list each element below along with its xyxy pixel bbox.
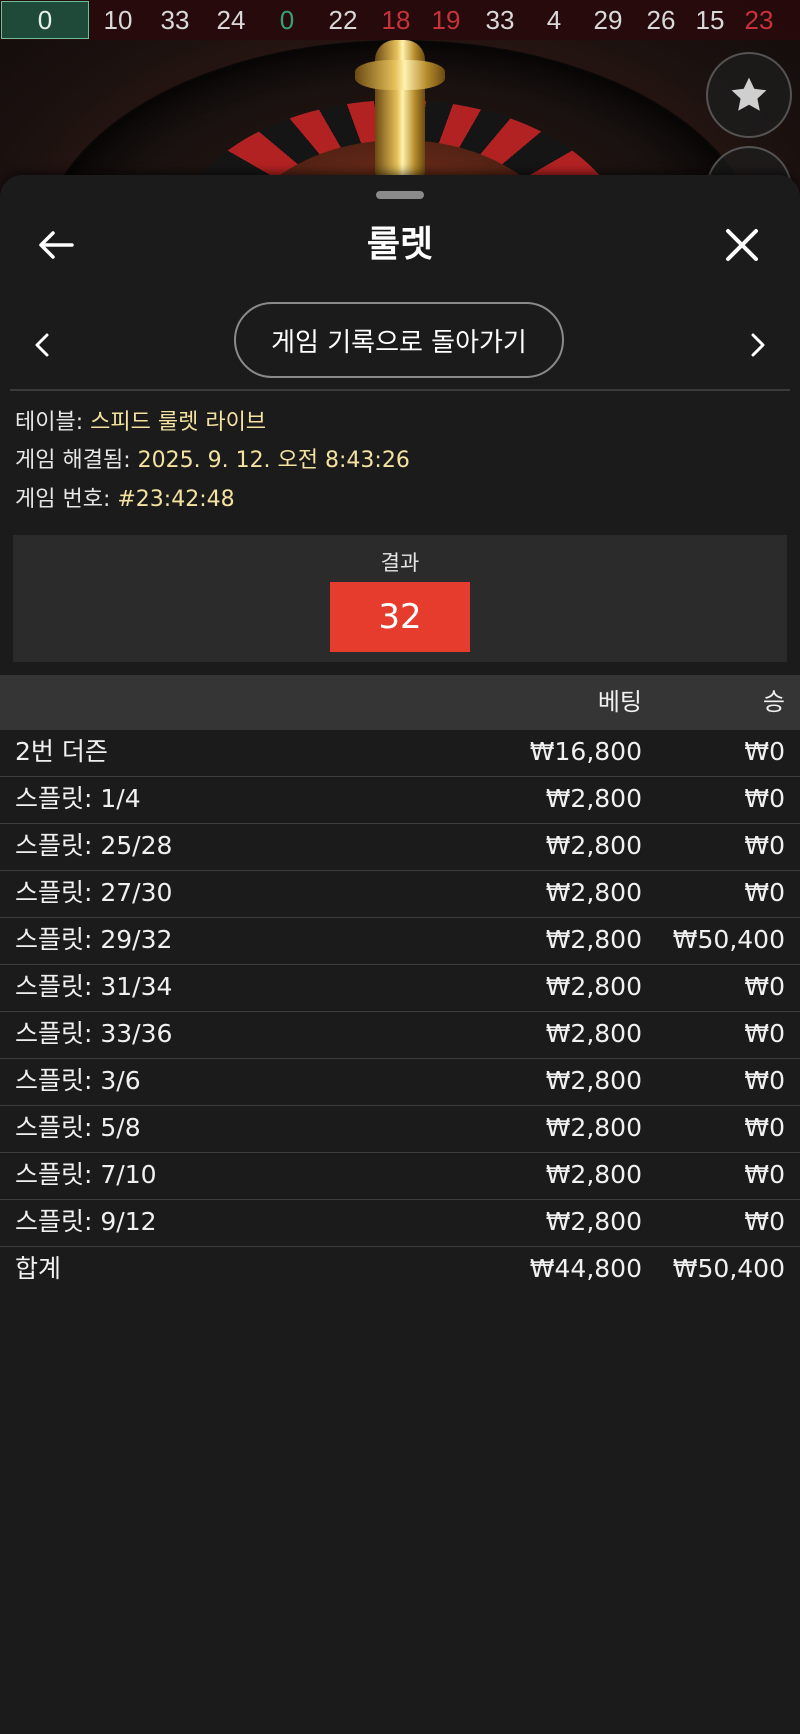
table-info: 테이블: 스피드 룰렛 라이브: [15, 407, 266, 439]
recent-result: 0: [279, 4, 295, 35]
bet-amount: ₩2,800: [545, 1160, 642, 1189]
recent-result: 33: [485, 4, 515, 35]
recent-result: 4: [546, 4, 562, 35]
bet-name: 2번 더즌: [15, 737, 108, 766]
back-to-game-history-button[interactable]: 게임 기록으로 돌아가기: [234, 302, 564, 378]
column-header-win: 승: [762, 688, 785, 716]
bet-amount: ₩2,800: [545, 878, 642, 907]
table-row: 스플릿: 27/30 ₩2,800 ₩0: [0, 871, 800, 918]
bet-amount: ₩2,800: [545, 972, 642, 1001]
table-row: 스플릿: 29/32 ₩2,800 ₩50,400: [0, 918, 800, 965]
resolved-info: 게임 해결됨: 2025. 9. 12. 오전 8:43:26: [15, 445, 410, 477]
table-row: 스플릿: 7/10 ₩2,800 ₩0: [0, 1153, 800, 1200]
bet-amount: ₩2,800: [545, 1207, 642, 1236]
bet-name: 스플릿: 33/36: [15, 1019, 173, 1048]
table-row: 스플릿: 3/6 ₩2,800 ₩0: [0, 1059, 800, 1106]
sheet-drag-handle[interactable]: [376, 191, 424, 199]
chevron-right-icon: [751, 333, 765, 357]
recent-result: 18: [381, 4, 411, 35]
next-game-button[interactable]: [740, 315, 776, 375]
bet-amount: ₩2,800: [545, 831, 642, 860]
sheet-title: 룰렛: [366, 224, 434, 265]
total-bet-amount: ₩44,800: [529, 1254, 642, 1283]
table-row: 스플릿: 25/28 ₩2,800 ₩0: [0, 824, 800, 871]
recent-result: 26: [646, 4, 676, 35]
result-label: 결과: [380, 551, 420, 575]
recent-result: 23: [744, 4, 774, 35]
bet-name: 스플릿: 7/10: [15, 1160, 157, 1189]
star-icon: [731, 77, 767, 111]
bets-table: 베팅 승 2번 더즌 ₩16,800 ₩0 스플릿: 1/4 ₩2,800 ₩0…: [0, 675, 800, 1293]
divider: [10, 389, 790, 391]
recent-results-bar: 0 10 33 24 0 22 18 19 33 4 29 26 15 23: [0, 0, 800, 40]
bet-name: 스플릿: 31/34: [15, 972, 173, 1001]
win-amount: ₩0: [744, 972, 785, 1001]
bet-amount: ₩2,800: [545, 1066, 642, 1095]
table-total-row: 합계 ₩44,800 ₩50,400: [0, 1247, 800, 1293]
bet-name: 스플릿: 25/28: [15, 831, 173, 860]
bet-history-detail-sheet: 룰렛 게임 기록으로 돌아가기 테이블: 스피드 룰렛 라이브 게임 해결됨: …: [0, 175, 800, 1734]
bet-name: 스플릿: 3/6: [15, 1066, 141, 1095]
recent-result: 29: [593, 4, 623, 35]
bet-amount: ₩2,800: [545, 925, 642, 954]
win-amount: ₩0: [744, 878, 785, 907]
win-amount: ₩0: [744, 737, 785, 766]
table-row: 스플릿: 1/4 ₩2,800 ₩0: [0, 777, 800, 824]
bet-name: 스플릿: 29/32: [15, 925, 173, 954]
column-header-bet: 베팅: [597, 688, 642, 716]
game-number-info: 게임 번호: #23:42:48: [15, 484, 235, 516]
table-row: 스플릿: 33/36 ₩2,800 ₩0: [0, 1012, 800, 1059]
close-icon: [726, 229, 758, 261]
resolved-info-value: 2025. 9. 12. 오전 8:43:26: [137, 448, 410, 473]
table-info-value: 스피드 룰렛 라이브: [90, 410, 267, 435]
recent-result: 22: [328, 4, 358, 35]
win-amount: ₩0: [744, 1207, 785, 1236]
previous-game-button[interactable]: [24, 315, 60, 375]
recent-result: 24: [216, 4, 246, 35]
win-amount: ₩0: [744, 1160, 785, 1189]
close-button[interactable]: [716, 215, 768, 275]
favorite-button[interactable]: [706, 52, 792, 138]
recent-result: 0: [1, 1, 89, 39]
win-amount: ₩50,400: [672, 925, 785, 954]
bet-amount: ₩16,800: [529, 737, 642, 766]
table-row: 스플릿: 31/34 ₩2,800 ₩0: [0, 965, 800, 1012]
bet-name: 스플릿: 27/30: [15, 878, 173, 907]
win-amount: ₩0: [744, 1019, 785, 1048]
recent-result: 19: [431, 4, 461, 35]
recent-result: 15: [695, 4, 725, 35]
back-button[interactable]: [30, 215, 82, 275]
bet-amount: ₩2,800: [545, 1019, 642, 1048]
table-header: 베팅 승: [0, 675, 800, 730]
win-amount: ₩0: [744, 1113, 785, 1142]
resolved-info-label: 게임 해결됨:: [15, 448, 131, 473]
recent-result: 10: [103, 4, 133, 35]
result-panel: 결과 32: [13, 535, 787, 662]
bet-amount: ₩2,800: [545, 1113, 642, 1142]
total-win-amount: ₩50,400: [672, 1254, 785, 1283]
table-row: 스플릿: 9/12 ₩2,800 ₩0: [0, 1200, 800, 1247]
bet-name: 스플릿: 5/8: [15, 1113, 141, 1142]
table-row: 스플릿: 5/8 ₩2,800 ₩0: [0, 1106, 800, 1153]
roulette-spindle-top: [355, 60, 445, 90]
chevron-left-icon: [35, 333, 49, 357]
total-label: 합계: [15, 1254, 62, 1283]
win-amount: ₩0: [744, 784, 785, 813]
bet-name: 스플릿: 1/4: [15, 784, 141, 813]
recent-result: 33: [160, 4, 190, 35]
game-number-value: #23:42:48: [117, 487, 235, 512]
game-number-label: 게임 번호:: [15, 487, 111, 512]
result-number-badge: 32: [330, 582, 470, 652]
bet-amount: ₩2,800: [545, 784, 642, 813]
arrow-left-icon: [39, 231, 74, 259]
win-amount: ₩0: [744, 831, 785, 860]
bet-name: 스플릿: 9/12: [15, 1207, 157, 1236]
table-info-label: 테이블:: [15, 410, 84, 435]
table-row: 2번 더즌 ₩16,800 ₩0: [0, 730, 800, 777]
win-amount: ₩0: [744, 1066, 785, 1095]
